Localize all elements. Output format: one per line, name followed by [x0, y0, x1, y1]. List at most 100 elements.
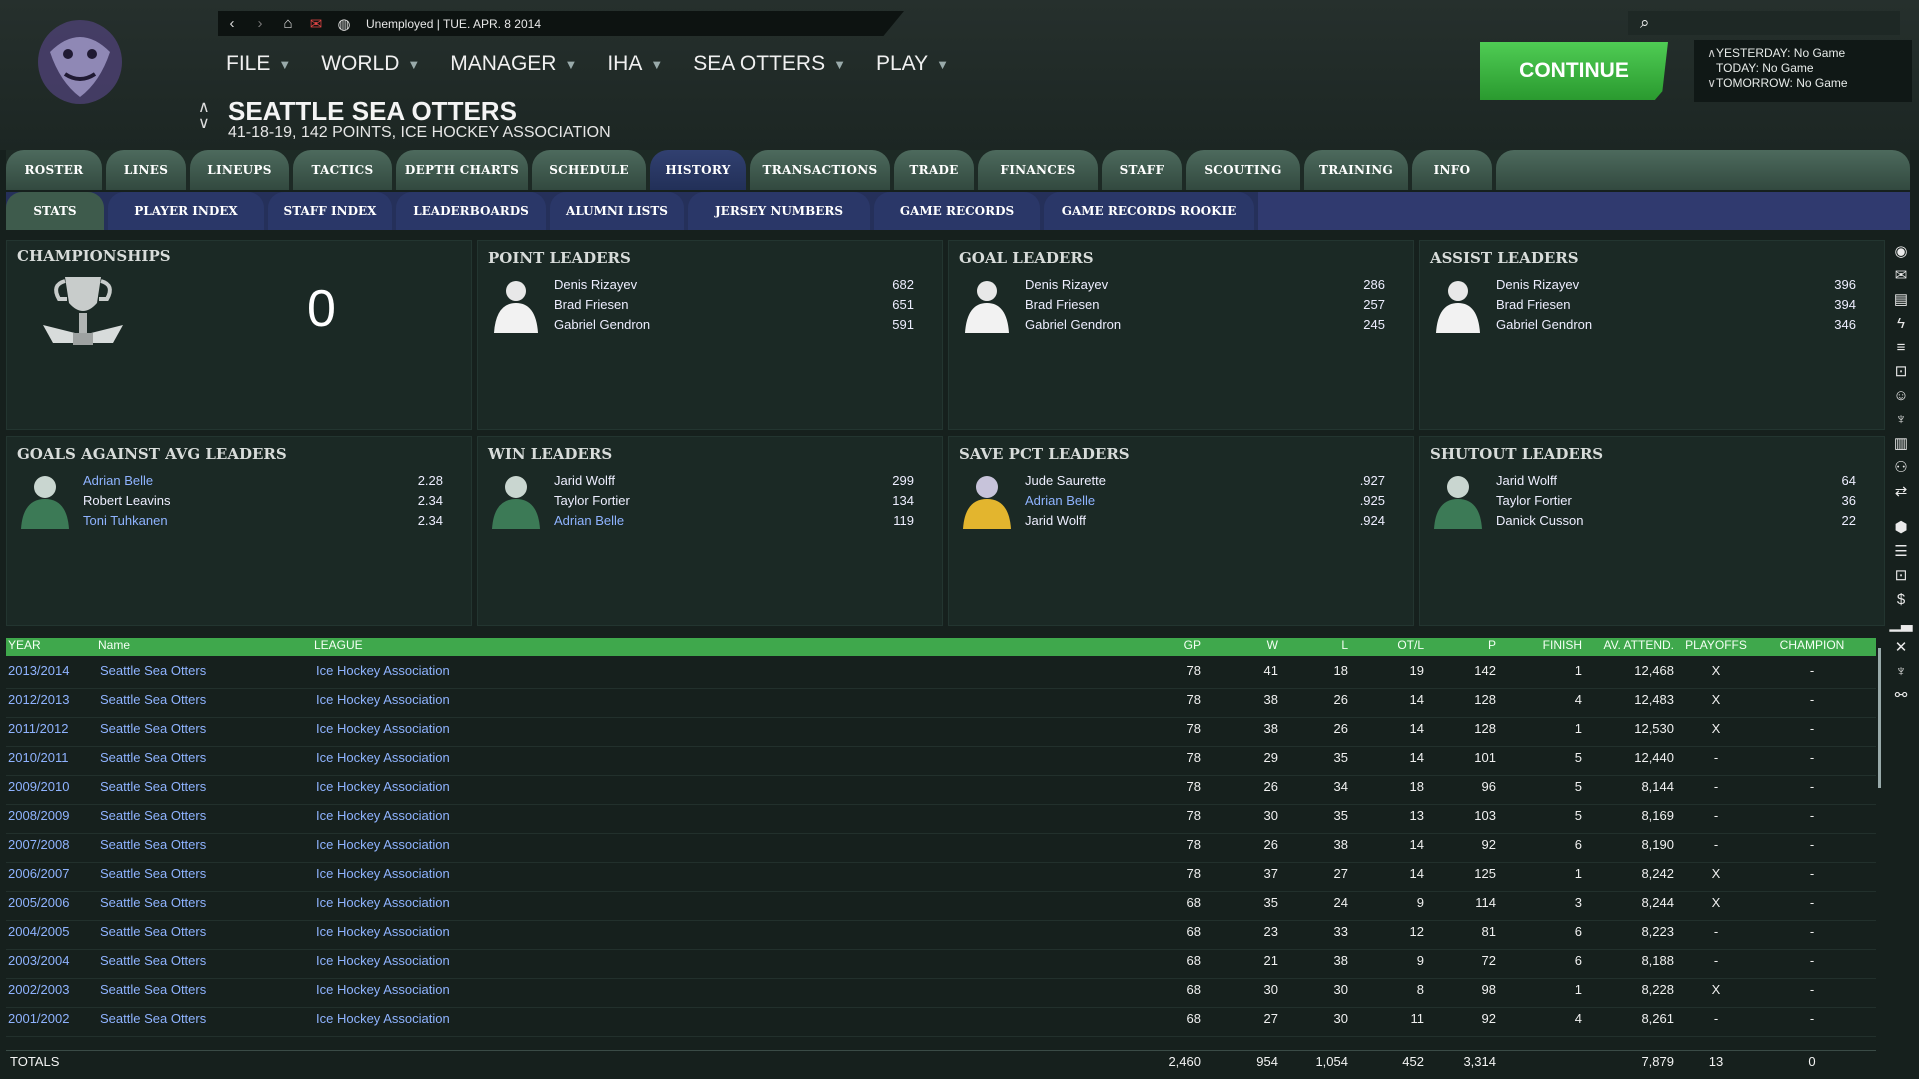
leader-name[interactable]: Denis Rizayev [1496, 277, 1579, 292]
leader-name[interactable]: Jarid Wolff [554, 473, 615, 488]
team-logo-icon[interactable]: ⬢ [1888, 516, 1914, 540]
tab-lines[interactable]: LINES [106, 150, 186, 190]
leader-name[interactable]: Taylor Fortier [1496, 493, 1572, 508]
cell-league[interactable]: Ice Hockey Association [316, 747, 450, 769]
subtab-staff-index[interactable]: STAFF INDEX [268, 192, 392, 230]
dollar-icon[interactable]: $ [1888, 588, 1914, 612]
leader-name[interactable]: Adrian Belle [554, 513, 624, 528]
cell-year[interactable]: 2001/2002 [8, 1008, 69, 1030]
rink-icon[interactable]: ⊡ [1888, 564, 1914, 588]
cell-year[interactable]: 2006/2007 [8, 863, 69, 885]
table-row[interactable]: 2005/2006 Seattle Sea Otters Ice Hockey As… [6, 892, 1876, 921]
tab-scouting[interactable]: SCOUTING [1186, 150, 1300, 190]
forward-arrow-icon[interactable]: › [246, 15, 274, 32]
cell-league[interactable]: Ice Hockey Association [316, 950, 450, 972]
tab-training[interactable]: TRAINING [1304, 150, 1408, 190]
cell-year[interactable]: 2011/2012 [8, 718, 69, 740]
leader-name[interactable]: Adrian Belle [83, 473, 153, 488]
globe-icon[interactable]: ◍ [330, 15, 358, 33]
mail-icon[interactable]: ✉ [1888, 264, 1914, 288]
table-row[interactable]: 2010/2011 Seattle Sea Otters Ice Hockey As… [6, 747, 1876, 776]
trophy-icon[interactable]: ♆ [1888, 408, 1914, 432]
leader-row[interactable]: Taylor Fortier 36 [1496, 493, 1886, 513]
cell-team-name[interactable]: Seattle Sea Otters [100, 1008, 206, 1030]
cell-league[interactable]: Ice Hockey Association [316, 863, 450, 885]
list-icon[interactable]: ☰ [1888, 540, 1914, 564]
cell-league[interactable]: Ice Hockey Association [316, 1008, 450, 1030]
trophy-icon[interactable]: ♆ [1888, 660, 1914, 684]
cell-team-name[interactable]: Seattle Sea Otters [100, 863, 206, 885]
leader-row[interactable]: Adrian Belle 2.28 [83, 473, 473, 493]
player-icon[interactable]: ◉ [1888, 240, 1914, 264]
cell-league[interactable]: Ice Hockey Association [316, 921, 450, 943]
cell-league[interactable]: Ice Hockey Association [316, 979, 450, 1001]
leader-row[interactable]: Danick Cusson 22 [1496, 513, 1886, 533]
leader-name[interactable]: Brad Friesen [1025, 297, 1099, 312]
cell-league[interactable]: Ice Hockey Association [316, 718, 450, 740]
cell-team-name[interactable]: Seattle Sea Otters [100, 805, 206, 827]
sticks-icon[interactable]: ✕ [1888, 636, 1914, 660]
table-row[interactable]: 2002/2003 Seattle Sea Otters Ice Hockey As… [6, 979, 1876, 1008]
leader-row[interactable]: Adrian Belle .925 [1025, 493, 1415, 513]
subtab-game-records[interactable]: GAME RECORDS [874, 192, 1040, 230]
leader-row[interactable]: Jarid Wolff .924 [1025, 513, 1415, 533]
chart-icon[interactable]: ▁▃ [1888, 612, 1914, 636]
table-row[interactable]: 2011/2012 Seattle Sea Otters Ice Hockey As… [6, 718, 1876, 747]
col-header-league[interactable]: LEAGUE [314, 638, 363, 652]
subtab-stats[interactable]: STATS [6, 192, 104, 230]
table-row[interactable]: 2009/2010 Seattle Sea Otters Ice Hockey As… [6, 776, 1876, 805]
leader-name[interactable]: Adrian Belle [1025, 493, 1095, 508]
staff-icon[interactable]: ⚇ [1888, 456, 1914, 480]
cell-year[interactable]: 2003/2004 [8, 950, 69, 972]
clipboard-icon[interactable]: ▤ [1888, 288, 1914, 312]
col-header-p[interactable]: P [1446, 638, 1496, 652]
chevron-down-icon[interactable]: ∨ [1702, 76, 1716, 91]
subtab-player-index[interactable]: PLAYER INDEX [108, 192, 264, 230]
people-icon[interactable]: ☺ [1888, 384, 1914, 408]
continue-button[interactable]: CONTINUE [1480, 42, 1668, 100]
leader-row[interactable]: Gabriel Gendron 591 [554, 317, 944, 337]
menu-play[interactable]: PLAY ▼ [876, 52, 949, 76]
col-header-attend[interactable]: AV. ATTEND. [1584, 638, 1674, 652]
leader-row[interactable]: Taylor Fortier 134 [554, 493, 944, 513]
cell-year[interactable]: 2004/2005 [8, 921, 69, 943]
chevron-down-icon[interactable]: ∨ [198, 116, 210, 132]
leader-name[interactable]: Jarid Wolff [1496, 473, 1557, 488]
subtab-alumni-lists[interactable]: ALUMNI LISTS [550, 192, 684, 230]
table-row[interactable]: 2013/2014 Seattle Sea Otters Ice Hockey As… [6, 660, 1876, 689]
leader-name[interactable]: Gabriel Gendron [554, 317, 650, 332]
subtab-jersey-numbers[interactable]: JERSEY NUMBERS [688, 192, 870, 230]
menu-world[interactable]: WORLD ▼ [321, 52, 420, 76]
tab-tactics[interactable]: TACTICS [293, 150, 392, 190]
leader-name[interactable]: Denis Rizayev [554, 277, 637, 292]
col-header-gp[interactable]: GP [1146, 638, 1201, 652]
chevron-up-icon[interactable]: ∧ [1702, 46, 1716, 61]
cell-team-name[interactable]: Seattle Sea Otters [100, 718, 206, 740]
leader-name[interactable]: Denis Rizayev [1025, 277, 1108, 292]
tab-schedule[interactable]: SCHEDULE [532, 150, 646, 190]
cell-league[interactable]: Ice Hockey Association [316, 689, 450, 711]
col-header-name[interactable]: Name [98, 638, 130, 652]
leader-row[interactable]: Denis Rizayev 396 [1496, 277, 1886, 297]
tab-lineups[interactable]: LINEUPS [190, 150, 289, 190]
menu-iha[interactable]: IHA ▼ [607, 52, 663, 76]
back-arrow-icon[interactable]: ‹ [218, 15, 246, 32]
cell-team-name[interactable]: Seattle Sea Otters [100, 689, 206, 711]
leader-row[interactable]: Gabriel Gendron 346 [1496, 317, 1886, 337]
cell-year[interactable]: 2010/2011 [8, 747, 69, 769]
table-row[interactable]: 2004/2005 Seattle Sea Otters Ice Hockey As… [6, 921, 1876, 950]
table-scrollbar[interactable] [1878, 648, 1881, 788]
subtab-game-records-rookie[interactable]: GAME RECORDS ROOKIE [1044, 192, 1254, 230]
leader-row[interactable]: Brad Friesen 394 [1496, 297, 1886, 317]
leader-row[interactable]: Robert Leavins 2.34 [83, 493, 473, 513]
cell-team-name[interactable]: Seattle Sea Otters [100, 979, 206, 1001]
trade-icon[interactable]: ⇄ [1888, 480, 1914, 504]
leader-name[interactable]: Danick Cusson [1496, 513, 1583, 528]
notes-icon[interactable]: ▥ [1888, 432, 1914, 456]
menu-manager[interactable]: MANAGER ▼ [450, 52, 577, 76]
tactics-icon[interactable]: ϟ [1888, 312, 1914, 336]
table-row[interactable]: 2001/2002 Seattle Sea Otters Ice Hockey As… [6, 1008, 1876, 1037]
home-icon[interactable]: ⌂ [274, 15, 302, 32]
table-row[interactable]: 2012/2013 Seattle Sea Otters Ice Hockey As… [6, 689, 1876, 718]
cell-team-name[interactable]: Seattle Sea Otters [100, 834, 206, 856]
